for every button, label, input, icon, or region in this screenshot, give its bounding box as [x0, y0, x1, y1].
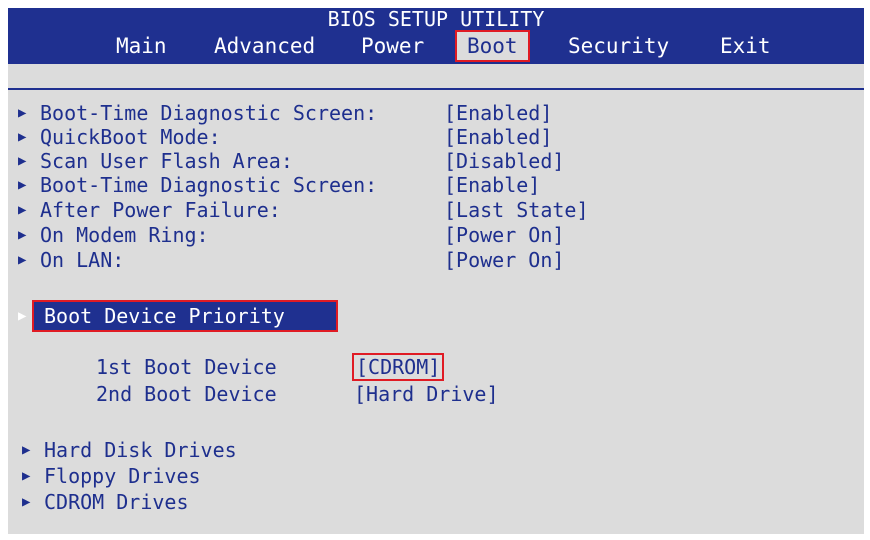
setting-label: On Modem Ring: — [40, 223, 209, 247]
submenu-label: CDROM Drives — [44, 490, 189, 514]
boot-device-row-2nd[interactable]: 2nd Boot Device [Hard Drive] — [96, 382, 596, 406]
tab-exit[interactable]: Exit — [720, 32, 771, 60]
bios-screen: BIOS SETUP UTILITY Main Advanced Power B… — [8, 8, 864, 534]
triangle-right-icon: ▶ — [18, 177, 27, 193]
boot-device-value[interactable]: [CDROM] — [351, 353, 445, 381]
help-strip — [8, 64, 864, 88]
submenu-floppy-drives[interactable]: ▶ Floppy Drives — [22, 464, 422, 488]
setting-row-boot-diagnostic[interactable]: ▶ Boot-Time Diagnostic Screen: [Enabled] — [18, 101, 618, 125]
setting-label: Boot-Time Diagnostic Screen: — [40, 101, 378, 125]
triangle-right-icon: ▶ — [18, 252, 27, 268]
tab-advanced[interactable]: Advanced — [214, 32, 315, 60]
tab-main[interactable]: Main — [116, 32, 167, 60]
tab-security[interactable]: Security — [568, 32, 669, 60]
triangle-right-icon: ▶ — [18, 105, 27, 121]
triangle-right-icon: ▶ — [22, 468, 31, 484]
setting-value[interactable]: [Enabled] — [444, 125, 552, 149]
setting-value[interactable]: [Last State] — [444, 198, 589, 222]
setting-row-after-power-failure[interactable]: ▶ After Power Failure: [Last State] — [18, 198, 618, 222]
setting-row-scan-flash[interactable]: ▶ Scan User Flash Area: [Disabled] — [18, 149, 618, 173]
triangle-right-icon: ▶ — [18, 202, 27, 218]
setting-value[interactable]: [Disabled] — [444, 149, 564, 173]
boot-device-priority-item[interactable]: Boot Device Priority — [32, 300, 338, 332]
setting-label: QuickBoot Mode: — [40, 125, 221, 149]
bios-title: BIOS SETUP UTILITY — [327, 8, 545, 31]
setting-label: Scan User Flash Area: — [40, 149, 293, 173]
triangle-right-icon: ▶ — [18, 129, 27, 145]
triangle-right-icon: ▶ — [22, 442, 31, 458]
tab-boot[interactable]: Boot — [455, 30, 530, 62]
setting-row-quickboot[interactable]: ▶ QuickBoot Mode: [Enabled] — [18, 125, 618, 149]
top-menu: Main Advanced Power Boot Security Exit — [8, 30, 864, 62]
setting-label: On LAN: — [40, 248, 125, 272]
boot-device-label: 2nd Boot Device — [96, 382, 277, 406]
setting-label: After Power Failure: — [40, 198, 281, 222]
setting-value[interactable]: [Enabled] — [444, 101, 552, 125]
triangle-right-icon: ▶ — [18, 308, 27, 324]
setting-value[interactable]: [Enable] — [444, 173, 540, 197]
setting-row-modem-ring[interactable]: ▶ On Modem Ring: [Power On] — [18, 223, 618, 247]
setting-label: Boot-Time Diagnostic Screen: — [40, 173, 378, 197]
bios-header: BIOS SETUP UTILITY Main Advanced Power B… — [8, 8, 864, 64]
submenu-label: Floppy Drives — [44, 464, 201, 488]
boot-device-row-1st[interactable]: 1st Boot Device [CDROM] — [96, 353, 596, 381]
boot-device-value[interactable]: [Hard Drive] — [354, 382, 499, 406]
setting-value[interactable]: [Power On] — [444, 223, 564, 247]
triangle-right-icon: ▶ — [18, 227, 27, 243]
boot-device-label: 1st Boot Device — [96, 355, 277, 379]
submenu-cdrom-drives[interactable]: ▶ CDROM Drives — [22, 490, 422, 514]
triangle-right-icon: ▶ — [22, 494, 31, 510]
boot-device-priority-label: Boot Device Priority — [44, 304, 285, 328]
setting-row-boot-diagnostic-2[interactable]: ▶ Boot-Time Diagnostic Screen: [Enable] — [18, 173, 618, 197]
divider-line — [8, 88, 864, 90]
submenu-label: Hard Disk Drives — [44, 438, 237, 462]
tab-power[interactable]: Power — [361, 32, 424, 60]
setting-row-on-lan[interactable]: ▶ On LAN: [Power On] — [18, 248, 618, 272]
submenu-hard-disk-drives[interactable]: ▶ Hard Disk Drives — [22, 438, 422, 462]
triangle-right-icon: ▶ — [18, 153, 27, 169]
setting-value[interactable]: [Power On] — [444, 248, 564, 272]
